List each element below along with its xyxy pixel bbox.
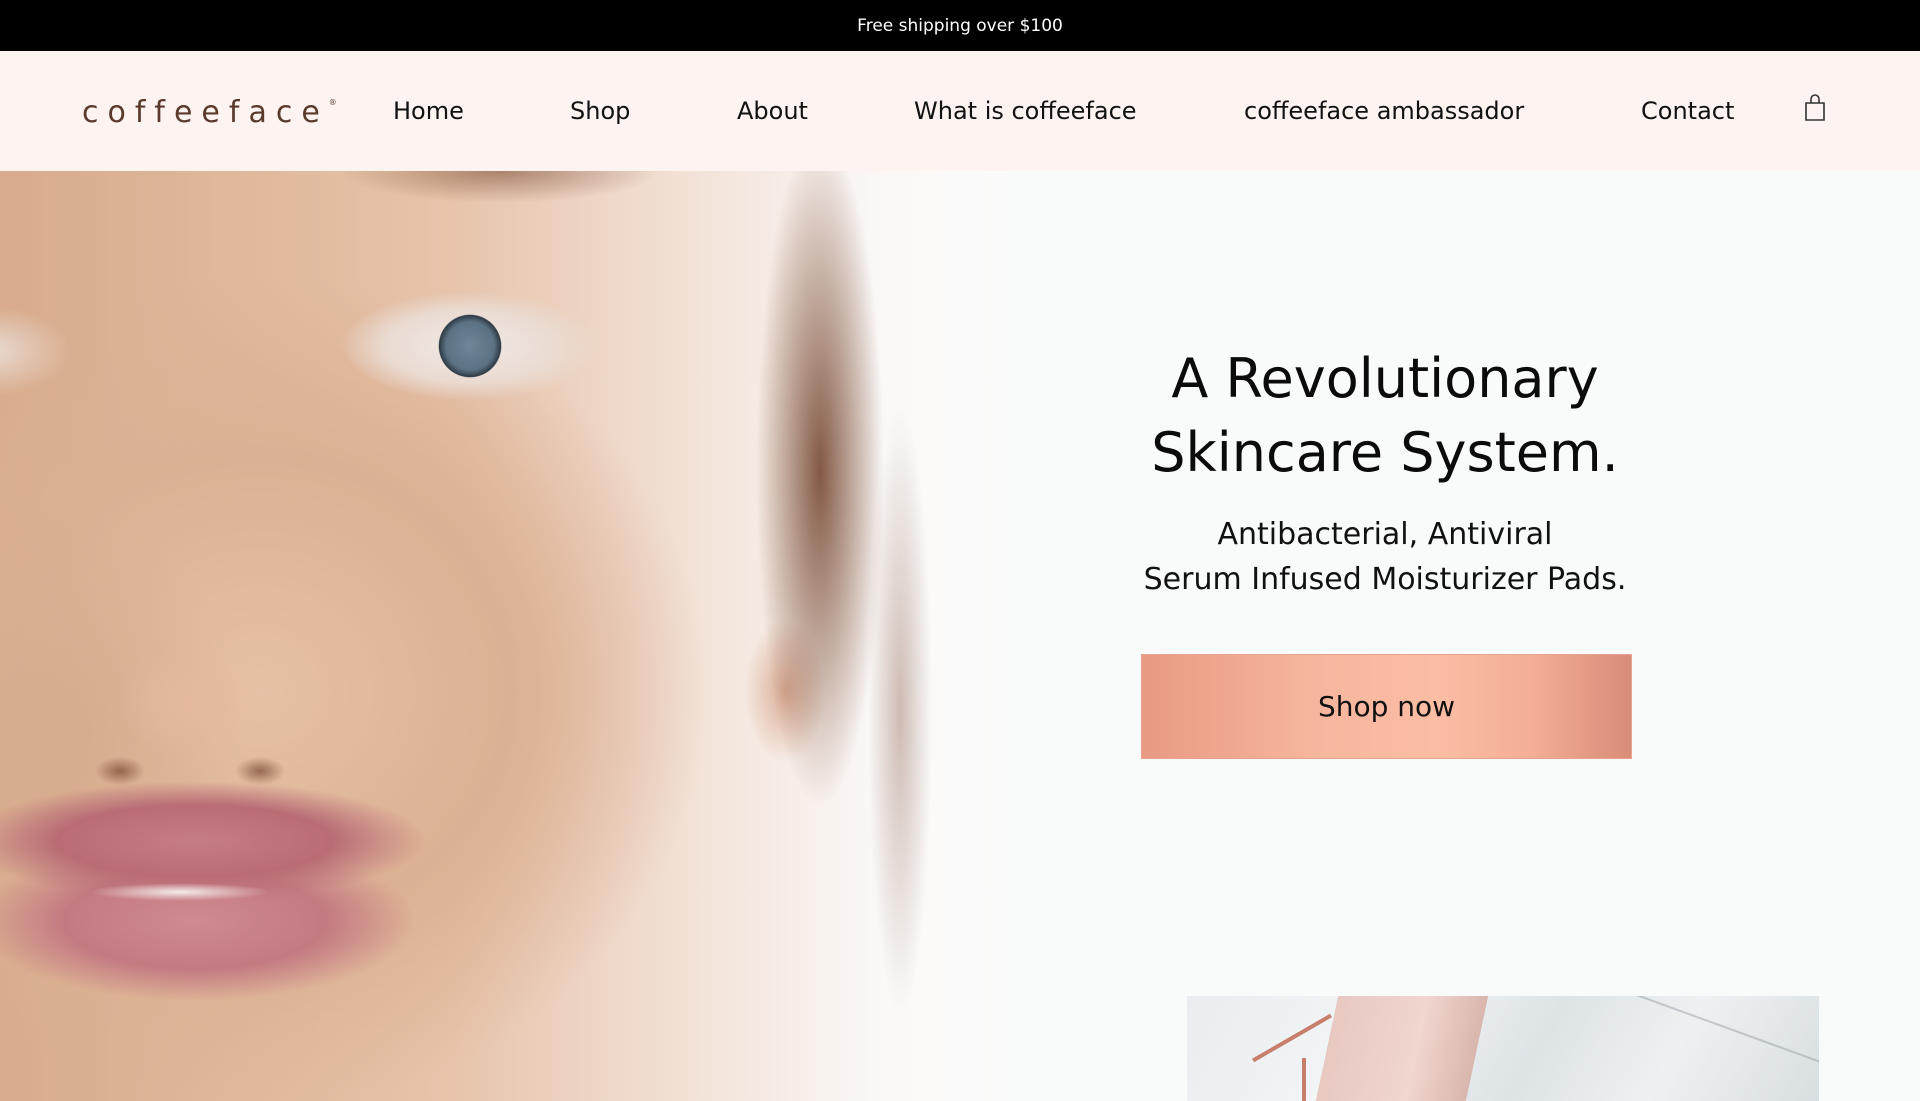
face-teeth <box>90 883 270 901</box>
site-header: coffeeface® Home Shop About What is coff… <box>0 51 1920 171</box>
face-nose <box>60 471 320 791</box>
nav-contact[interactable]: Contact <box>1641 51 1734 171</box>
logo-text: coffeeface <box>82 95 329 130</box>
product-copper-line <box>1252 1013 1332 1063</box>
announcement-bar: Free shipping over $100 <box>0 0 1920 51</box>
nav-about[interactable]: About <box>737 51 808 171</box>
hero-headline: A Revolutionary Skincare System. <box>1085 342 1685 490</box>
hero-headline-line-1: A Revolutionary <box>1171 347 1599 410</box>
face-brow <box>300 171 700 231</box>
announcement-text: Free shipping over $100 <box>857 15 1063 36</box>
hero-subline: Antibacterial, Antiviral Serum Infused M… <box>1085 512 1685 602</box>
shopping-bag-icon[interactable] <box>1803 93 1827 123</box>
nav-coffeeface-ambassador[interactable]: coffeeface ambassador <box>1244 51 1524 171</box>
product-copper-line-vertical <box>1302 1058 1306 1101</box>
nav-shop[interactable]: Shop <box>570 51 630 171</box>
face-hair <box>700 171 960 1101</box>
marble-vein <box>1555 996 1819 1070</box>
face-eye-right <box>340 271 600 401</box>
logo-registered-mark: ® <box>328 98 337 107</box>
product-image-marble <box>1187 996 1819 1101</box>
logo[interactable]: coffeeface® <box>82 95 337 130</box>
shop-now-button[interactable]: Shop now <box>1141 654 1632 759</box>
hero-subline-line-1: Antibacterial, Antiviral <box>1217 517 1553 552</box>
hero-headline-line-2: Skincare System. <box>1151 421 1619 484</box>
shop-now-label: Shop now <box>1317 690 1456 723</box>
product-box <box>1315 996 1489 1101</box>
hero-image-face <box>0 171 1010 1101</box>
nav-home[interactable]: Home <box>393 51 464 171</box>
nav-what-is-coffeeface[interactable]: What is coffeeface <box>914 51 1137 171</box>
hero-subline-line-2: Serum Infused Moisturizer Pads. <box>1143 562 1627 597</box>
face-eye-left <box>0 291 70 401</box>
